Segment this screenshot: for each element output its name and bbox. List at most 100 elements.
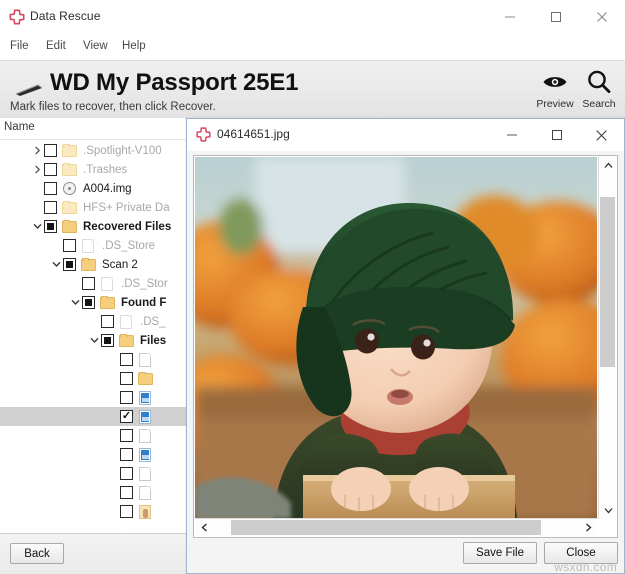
chevron-down-icon[interactable] xyxy=(31,217,44,236)
vertical-scroll-thumb[interactable] xyxy=(600,197,615,367)
data-rescue-window: Data Rescue File Edit View Help WD My Pa… xyxy=(0,0,625,574)
tree-twisty-placeholder xyxy=(88,312,101,331)
tree-row-label: A004.img xyxy=(83,182,132,195)
preview-tool-button[interactable]: Preview xyxy=(532,67,578,110)
row-checkbox[interactable] xyxy=(120,372,133,385)
menu-item-view[interactable]: View xyxy=(77,38,114,54)
preview-tool-label: Preview xyxy=(536,98,574,110)
row-checkbox[interactable] xyxy=(120,467,133,480)
image-viewport xyxy=(195,157,597,519)
preview-photo xyxy=(195,157,597,519)
folder-icon xyxy=(62,200,77,216)
tree-twisty-placeholder xyxy=(107,350,120,369)
preview-vertical-scrollbar[interactable] xyxy=(598,157,616,519)
tree-row-label: .Spotlight-V100 xyxy=(83,144,162,157)
menu-item-file[interactable]: File xyxy=(4,38,35,54)
folder-icon xyxy=(62,219,77,235)
row-checkbox[interactable]: ✓ xyxy=(120,410,133,423)
maximize-button[interactable] xyxy=(533,0,579,34)
document-icon xyxy=(138,466,153,482)
tree-twisty-placeholder xyxy=(107,445,120,464)
dialog-maximize-button[interactable] xyxy=(534,119,579,151)
main-title-bar: Data Rescue xyxy=(0,0,625,34)
menu-bar: File Edit View Help xyxy=(0,34,625,60)
scroll-right-button[interactable] xyxy=(579,519,597,536)
tree-twisty-placeholder xyxy=(107,483,120,502)
device-header: WD My Passport 25E1 Mark files to recove… xyxy=(0,60,625,119)
search-tool-label: Search xyxy=(582,98,616,110)
dialog-minimize-button[interactable] xyxy=(489,119,534,151)
row-checkbox[interactable] xyxy=(120,353,133,366)
page-subtitle: Mark files to recover, then click Recove… xyxy=(10,101,216,113)
row-checkbox[interactable] xyxy=(82,277,95,290)
chevron-down-icon[interactable] xyxy=(50,255,63,274)
chevron-right-icon[interactable] xyxy=(31,141,44,160)
row-checkbox[interactable] xyxy=(120,391,133,404)
row-checkbox[interactable] xyxy=(44,220,57,233)
page-title: WD My Passport 25E1 xyxy=(50,69,299,96)
column-header-name: Name xyxy=(4,121,35,133)
tree-twisty-placeholder xyxy=(107,407,120,426)
document-icon xyxy=(138,352,153,368)
row-checkbox[interactable] xyxy=(63,239,76,252)
image-file-icon xyxy=(138,447,153,463)
tree-twisty-placeholder xyxy=(107,464,120,483)
back-button[interactable]: Back xyxy=(10,543,64,564)
document-icon xyxy=(100,276,115,292)
tree-twisty-placeholder xyxy=(107,502,120,521)
document-icon xyxy=(138,485,153,501)
folder-icon xyxy=(100,295,115,311)
row-checkbox[interactable] xyxy=(120,448,133,461)
preview-horizontal-scrollbar[interactable] xyxy=(195,518,597,536)
main-window-controls xyxy=(487,0,625,34)
tree-twisty-placeholder xyxy=(31,179,44,198)
scroll-down-button[interactable] xyxy=(599,502,617,519)
row-checkbox[interactable] xyxy=(44,201,57,214)
magnifier-icon xyxy=(576,67,622,97)
chevron-down-icon[interactable] xyxy=(88,331,101,350)
folder-icon xyxy=(138,371,153,387)
row-checkbox[interactable] xyxy=(101,315,114,328)
tree-twisty-placeholder xyxy=(69,274,82,293)
row-checkbox[interactable] xyxy=(82,296,95,309)
row-checkbox[interactable] xyxy=(120,505,133,518)
tree-row-label: Files xyxy=(140,334,167,347)
close-button[interactable] xyxy=(579,0,625,34)
app-title: Data Rescue xyxy=(30,9,101,23)
menu-item-edit[interactable]: Edit xyxy=(40,38,72,54)
image-frame xyxy=(193,155,618,538)
scroll-left-button[interactable] xyxy=(195,519,213,536)
document-icon xyxy=(81,238,96,254)
red-cross-logo-icon xyxy=(8,8,26,26)
horizontal-scroll-thumb[interactable] xyxy=(231,520,541,535)
chevron-down-icon[interactable] xyxy=(69,293,82,312)
tree-row-label: .DS_ xyxy=(140,315,166,328)
image-preview-dialog: 04614651.jpg Save File Close wsxdn.com xyxy=(186,118,625,574)
dialog-close-button[interactable] xyxy=(579,119,624,151)
chevron-right-icon[interactable] xyxy=(31,160,44,179)
row-checkbox[interactable] xyxy=(120,486,133,499)
tree-twisty-placeholder xyxy=(107,426,120,445)
row-checkbox[interactable] xyxy=(44,182,57,195)
row-checkbox[interactable] xyxy=(63,258,76,271)
row-checkbox[interactable] xyxy=(101,334,114,347)
row-checkbox[interactable] xyxy=(44,163,57,176)
save-file-button[interactable]: Save File xyxy=(463,542,537,564)
tree-row-label: .DS_Stor xyxy=(121,277,168,290)
menu-item-help[interactable]: Help xyxy=(116,38,152,54)
minimize-button[interactable] xyxy=(487,0,533,34)
image-file-icon xyxy=(138,390,153,406)
disk-image-icon xyxy=(62,181,77,197)
dialog-title: 04614651.jpg xyxy=(217,127,290,141)
dialog-red-cross-logo-icon xyxy=(195,126,212,143)
dialog-footer: Save File Close wsxdn.com xyxy=(187,538,624,574)
tree-row-label: .DS_Store xyxy=(102,239,156,252)
search-tool-button[interactable]: Search xyxy=(576,67,622,110)
image-file-icon xyxy=(138,409,153,425)
dialog-window-controls xyxy=(489,119,624,151)
scroll-up-button[interactable] xyxy=(599,157,617,174)
row-checkbox[interactable] xyxy=(120,429,133,442)
folder-icon xyxy=(62,162,77,178)
row-checkbox[interactable] xyxy=(44,144,57,157)
thumbnail-icon xyxy=(138,504,153,520)
